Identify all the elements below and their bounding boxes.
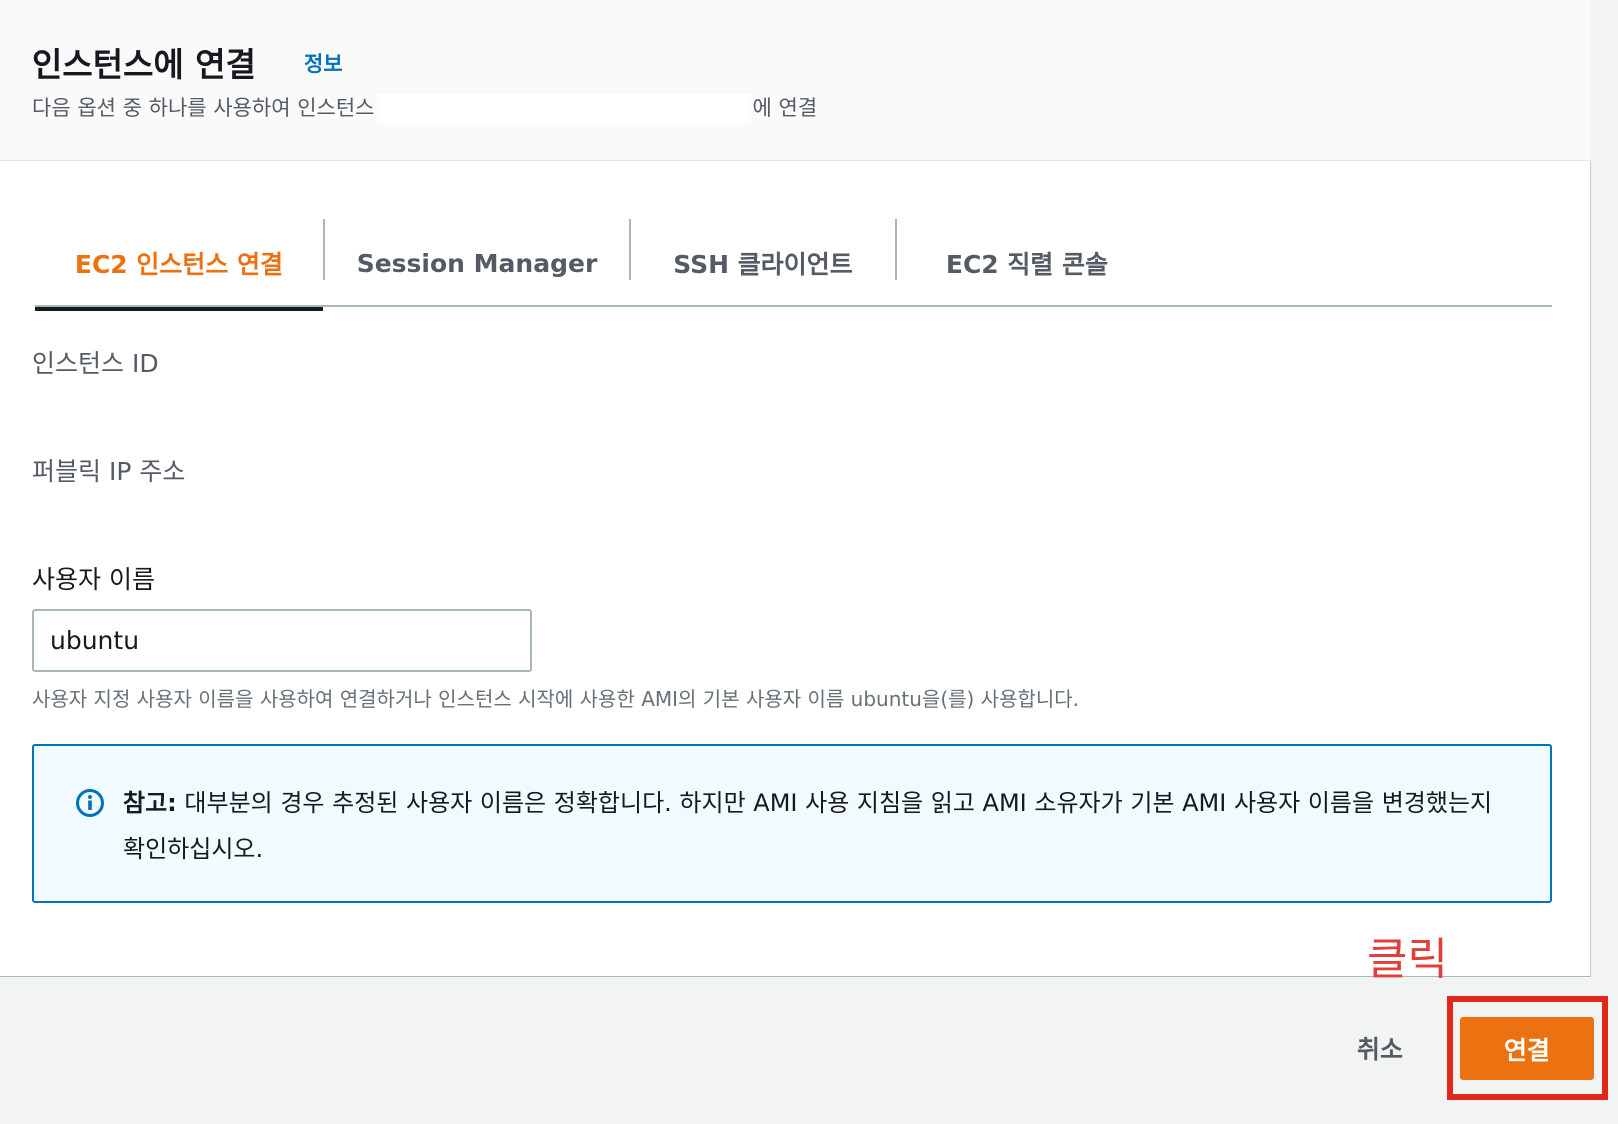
page-subtitle: 다음 옵션 중 하나를 사용하여 인스턴스 에 연결 xyxy=(32,92,817,125)
panel-header: 인스턴스에 연결 정보 다음 옵션 중 하나를 사용하여 인스턴스 에 연결 xyxy=(0,0,1591,161)
public-ip-label: 퍼블릭 IP 주소 xyxy=(32,457,186,486)
info-alert: 참고: 대부분의 경우 추정된 사용자 이름은 정확합니다. 하지만 AMI 사… xyxy=(32,744,1552,903)
alert-body: 대부분의 경우 추정된 사용자 이름은 정확합니다. 하지만 AMI 사용 지침… xyxy=(123,789,1493,863)
alert-prefix: 참고: xyxy=(123,789,177,817)
info-circle-icon xyxy=(76,789,104,817)
subtitle-prefix: 다음 옵션 중 하나를 사용하여 인스턴스 xyxy=(32,96,375,120)
click-annotation: 클릭 xyxy=(1367,934,1448,985)
redacted-instance-id xyxy=(376,93,751,125)
cancel-button[interactable]: 취소 xyxy=(1335,1025,1425,1071)
tab-ssh-client[interactable]: SSH 클라이언트 xyxy=(631,219,895,307)
username-input[interactable] xyxy=(32,609,532,672)
tab-ec2-serial-console[interactable]: EC2 직렬 콘솔 xyxy=(897,219,1157,307)
tab-ec2-instance-connect[interactable]: EC2 인스턴스 연결 xyxy=(35,219,323,311)
alert-message: 참고: 대부분의 경우 추정된 사용자 이름은 정확합니다. 하지만 AMI 사… xyxy=(123,780,1518,872)
connection-method-tabs: EC2 인스턴스 연결 Session Manager SSH 클라이언트 EC… xyxy=(35,219,1552,311)
page-title: 인스턴스에 연결 xyxy=(32,45,257,84)
instance-id-label: 인스턴스 ID xyxy=(32,349,159,378)
connect-button[interactable]: 연결 xyxy=(1460,1017,1594,1080)
subtitle-suffix: 에 연결 xyxy=(752,96,818,120)
username-label: 사용자 이름 xyxy=(32,565,155,594)
username-hint: 사용자 지정 사용자 이름을 사용하여 연결하거나 인스턴스 시작에 사용한 A… xyxy=(32,687,1080,711)
info-link[interactable]: 정보 xyxy=(304,48,343,78)
tab-session-manager[interactable]: Session Manager xyxy=(325,219,629,307)
connect-instance-panel: 인스턴스에 연결 정보 다음 옵션 중 하나를 사용하여 인스턴스 에 연결 EC… xyxy=(0,0,1591,977)
